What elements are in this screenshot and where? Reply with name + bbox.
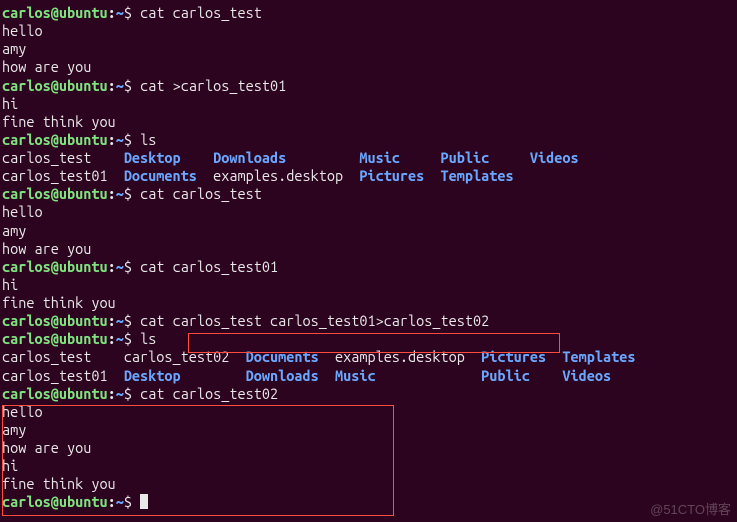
- ls-row: carlos_test01 Desktop Downloads Music Pu…: [2, 367, 735, 385]
- output-line: amy: [2, 421, 735, 439]
- file-carlostest02: carlos_test02: [124, 348, 246, 365]
- command-text: cat carlos_test02: [140, 385, 278, 402]
- prompt-line: carlos@ubuntu:~$ cat carlos_test01: [2, 258, 735, 276]
- dir-documents: Documents: [246, 348, 319, 365]
- output-line: how are you: [2, 240, 735, 258]
- prompt-path: ~: [116, 4, 124, 21]
- dir-downloads: Downloads: [213, 149, 286, 166]
- output-line: fine think you: [2, 294, 735, 312]
- output-line: hi: [2, 276, 735, 294]
- dir-pictures: Pictures: [359, 167, 424, 184]
- prompt-line: carlos@ubuntu:~$ ls: [2, 330, 735, 348]
- output-line: fine think you: [2, 475, 735, 493]
- ls-row: carlos_test carlos_test02 Documents exam…: [2, 348, 735, 366]
- command-text: cat >carlos_test01: [140, 77, 286, 94]
- prompt-line-highlighted: carlos@ubuntu:~$ cat carlos_test02: [2, 385, 735, 403]
- dir-videos: Videos: [530, 149, 579, 166]
- terminal[interactable]: carlos@ubuntu:~$ cat carlos_test hello a…: [2, 4, 735, 512]
- command-text: cat carlos_test: [140, 4, 262, 21]
- output-line: how are you: [2, 58, 735, 76]
- dir-pictures: Pictures: [481, 348, 546, 365]
- command-text: cat carlos_test01: [140, 258, 278, 275]
- file-examples: examples.desktop: [213, 167, 359, 184]
- output-line: hello: [2, 203, 735, 221]
- prompt-at: @: [51, 4, 59, 21]
- dir-desktop: Desktop: [124, 367, 181, 384]
- prompt-line-active[interactable]: carlos@ubuntu:~$: [2, 493, 735, 511]
- output-line: hello: [2, 403, 735, 421]
- prompt-user: carlos: [2, 4, 51, 21]
- dir-templates: Templates: [562, 348, 635, 365]
- output-line: amy: [2, 40, 735, 58]
- dir-music: Music: [335, 367, 376, 384]
- dir-templates: Templates: [441, 167, 514, 184]
- watermark-text: @51CTO博客: [650, 502, 731, 518]
- prompt-host: ubuntu: [59, 4, 108, 21]
- file-examples: examples.desktop: [335, 348, 481, 365]
- cursor-block: [140, 494, 148, 509]
- ls-row: carlos_test Desktop Downloads Music Publ…: [2, 149, 735, 167]
- output-line: amy: [2, 222, 735, 240]
- prompt-line: carlos@ubuntu:~$ ls: [2, 131, 735, 149]
- prompt-colon: :: [108, 4, 116, 21]
- dir-documents: Documents: [124, 167, 197, 184]
- prompt-line: carlos@ubuntu:~$ cat carlos_test: [2, 4, 735, 22]
- dir-public: Public: [441, 149, 490, 166]
- command-text: cat carlos_test carlos_test01>carlos_tes…: [140, 312, 489, 329]
- output-line: hello: [2, 22, 735, 40]
- command-text: ls: [140, 131, 156, 148]
- output-line: hi: [2, 457, 735, 475]
- command-text: ls: [140, 330, 156, 347]
- prompt-dollar: $: [124, 4, 140, 21]
- prompt-line: carlos@ubuntu:~$ cat carlos_test: [2, 185, 735, 203]
- dir-videos: Videos: [562, 367, 611, 384]
- output-line: hi: [2, 95, 735, 113]
- dir-music: Music: [359, 149, 400, 166]
- output-line: how are you: [2, 439, 735, 457]
- dir-downloads: Downloads: [246, 367, 319, 384]
- output-line: fine think you: [2, 113, 735, 131]
- dir-public: Public: [481, 367, 530, 384]
- ls-row: carlos_test01 Documents examples.desktop…: [2, 167, 735, 185]
- prompt-line-highlighted: carlos@ubuntu:~$ cat carlos_test carlos_…: [2, 312, 735, 330]
- dir-desktop: Desktop: [124, 149, 181, 166]
- command-text: cat carlos_test: [140, 185, 262, 202]
- prompt-line: carlos@ubuntu:~$ cat >carlos_test01: [2, 77, 735, 95]
